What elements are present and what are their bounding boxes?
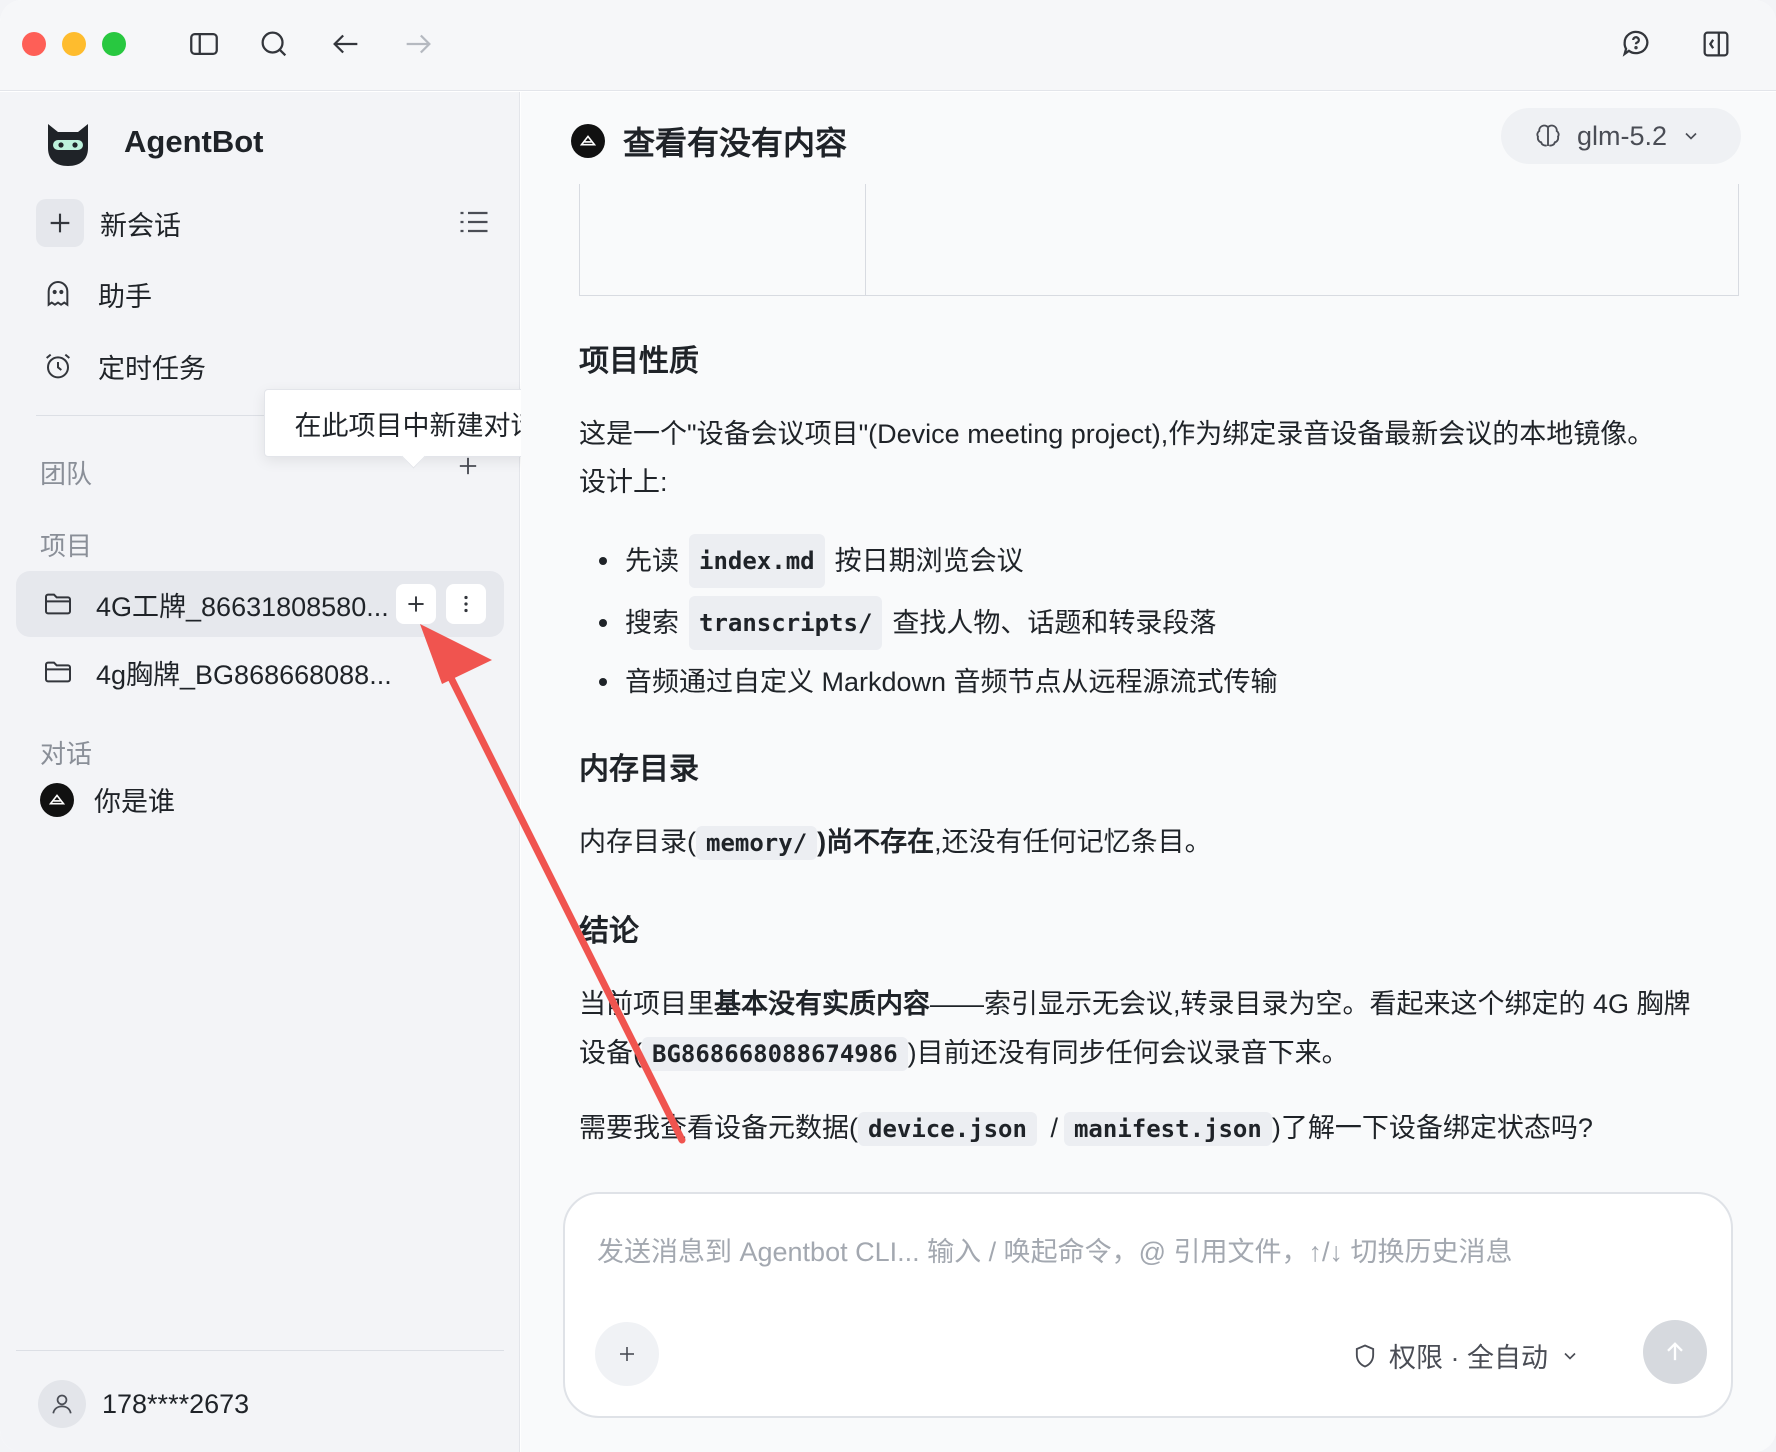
section-title-projects: 项目 (40, 531, 93, 561)
inline-code: BG868668088674986 (642, 1037, 908, 1071)
alarm-clock-icon (36, 344, 80, 388)
list-item: 搜索 transcripts/ 查找人物、话题和转录段落 (599, 596, 1216, 650)
folder-icon (45, 661, 71, 683)
chat-title: 查看有没有内容 (623, 125, 848, 161)
bullet-text: 先读 (625, 546, 679, 576)
paragraph-design: 设计上: (579, 467, 668, 497)
project-item[interactable]: 4g胸牌_BG868668088... (16, 639, 504, 705)
user-avatar-icon (38, 1380, 86, 1428)
paragraph-conclusion: 当前项目里基本没有实质内容——索引显示无会议,转录目录为空。看起来这个绑定的 4… (579, 989, 1691, 1019)
right-panel-toggle-icon[interactable] (1696, 24, 1736, 64)
project-name: 4g胸牌_BG868668088... (96, 659, 392, 690)
forward-arrow-icon[interactable] (398, 24, 438, 64)
arrow-up-icon (1667, 1342, 1683, 1361)
scheduled-tasks-label: 定时任务 (98, 353, 206, 384)
message-input-placeholder[interactable]: 发送消息到 Agentbot CLI... 输入 / 唤起命令，@ 引用文件，↑… (597, 1230, 1513, 1269)
chat-avatar-icon (571, 124, 605, 158)
new-chat-button[interactable]: 新会话 (36, 199, 181, 247)
heading-conclusion: 结论 (579, 915, 639, 948)
heading-nature: 项目性质 (579, 345, 699, 378)
section-title-team: 团队 (40, 459, 93, 489)
bullet-text: 搜索 (625, 608, 679, 638)
sidebar-item-assistant[interactable]: 助手 (36, 272, 152, 316)
sidebar: AgentBot 新会话 助手 定时任务 团队 项目 4G工牌_86631808… (0, 92, 520, 1452)
section-title-chats: 对话 (40, 739, 93, 769)
app-name: AgentBot (124, 124, 264, 159)
permission-label: 权限 · 全自动 (1389, 1343, 1548, 1373)
paragraph-conclusion-2: 设备(BG868668088674986)目前还没有同步任何会议录音下来。 (579, 1029, 1759, 1078)
minimize-window-button[interactable] (62, 32, 86, 56)
sidebar-toggle-icon[interactable] (184, 24, 224, 64)
new-chat-label: 新会话 (100, 210, 181, 241)
new-chat-in-project-button[interactable] (396, 584, 436, 624)
bullet-text: 按日期浏览会议 (834, 546, 1024, 576)
chat-item[interactable]: 你是谁 (40, 780, 175, 819)
shield-icon (1355, 1343, 1375, 1367)
more-vertical-icon (464, 595, 468, 613)
search-icon[interactable] (254, 24, 294, 64)
model-selector[interactable]: glm-5.2 (1501, 108, 1741, 164)
maximize-window-button[interactable] (102, 32, 126, 56)
message-composer[interactable]: 发送消息到 Agentbot CLI... 输入 / 唤起命令，@ 引用文件，↑… (563, 1192, 1733, 1418)
title-bar (0, 0, 1776, 91)
main-panel: 查看有没有内容 glm-5.2 项目性质 这是一个"设备会议项目"(Device… (521, 92, 1776, 1452)
bullet-text: 音频通过自定义 Markdown 音频节点从远程源流式传输 (625, 667, 1278, 697)
plus-icon (36, 199, 84, 247)
ghost-icon (36, 272, 80, 316)
user-phone: 178****2673 (102, 1388, 250, 1419)
agentbot-logo-icon (48, 124, 88, 166)
sidebar-item-scheduled-tasks[interactable]: 定时任务 (36, 344, 206, 388)
chat-avatar-icon (40, 782, 74, 817)
sidebar-bottom-divider (16, 1350, 504, 1351)
project-more-button[interactable] (446, 584, 486, 624)
chat-name: 你是谁 (94, 787, 175, 817)
chevron-down-icon (1685, 132, 1697, 140)
inline-code: device.json (858, 1112, 1037, 1146)
chevron-down-icon (1564, 1352, 1576, 1360)
assistant-label: 助手 (98, 281, 152, 312)
help-chat-icon[interactable] (1616, 24, 1656, 64)
model-name: glm-5.2 (1577, 120, 1668, 151)
plus-icon (408, 596, 424, 612)
list-item: 先读 index.md 按日期浏览会议 (599, 534, 1024, 588)
tooltip-text: 在此项目中新建对话 (294, 410, 538, 441)
heading-memory: 内存目录 (579, 753, 699, 786)
paragraph-ask: 需要我查看设备元数据(device.json / manifest.json)了解… (579, 1104, 1759, 1153)
app-window: AgentBot 新会话 助手 定时任务 团队 项目 4G工牌_86631808… (0, 0, 1776, 1452)
inline-code: transcripts/ (689, 596, 883, 650)
list-view-icon[interactable] (456, 204, 492, 240)
list-item: 音频通过自定义 Markdown 音频节点从远程源流式传输 (599, 658, 1278, 706)
project-name: 4G工牌_86631808580... (96, 591, 389, 622)
plus-icon (620, 1347, 634, 1361)
back-arrow-icon[interactable] (326, 24, 366, 64)
send-button[interactable] (1643, 1320, 1707, 1384)
bullet-text: 查找人物、话题和转录段落 (892, 608, 1217, 638)
project-item[interactable]: 4G工牌_86631808580... (16, 571, 504, 637)
permission-selector[interactable]: 权限 · 全自动 (1351, 1336, 1580, 1375)
table-fragment (579, 184, 1739, 296)
folder-icon (45, 593, 71, 615)
brand: AgentBot (40, 114, 263, 170)
paragraph-nature: 这是一个"设备会议项目"(Device meeting project),作为绑… (579, 419, 1655, 449)
inline-code: memory/ (696, 826, 818, 860)
inline-code: manifest.json (1063, 1112, 1272, 1146)
chat-header: 查看有没有内容 (571, 118, 847, 164)
inline-code: index.md (689, 534, 825, 588)
close-window-button[interactable] (22, 32, 46, 56)
user-profile[interactable]: 178****2673 (38, 1380, 249, 1428)
paragraph-memory: 内存目录(memory/)尚不存在,还没有任何记忆条目。 (579, 818, 1759, 867)
attach-button[interactable] (595, 1322, 659, 1386)
brain-icon (1536, 124, 1560, 147)
